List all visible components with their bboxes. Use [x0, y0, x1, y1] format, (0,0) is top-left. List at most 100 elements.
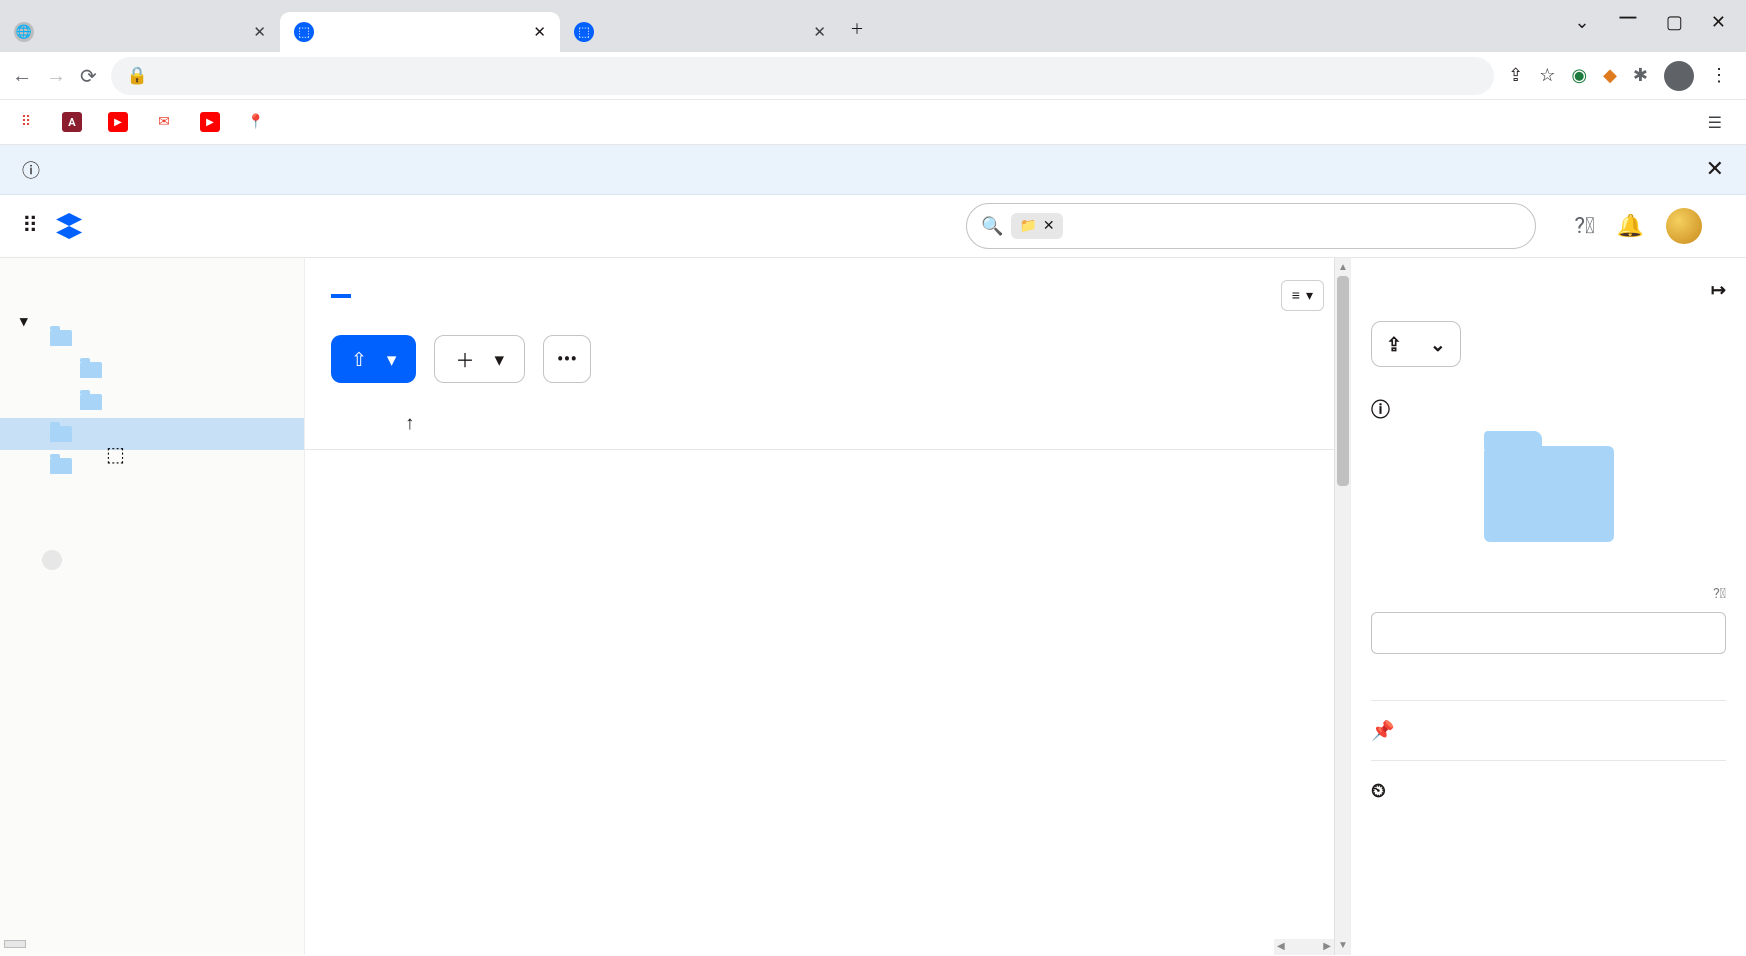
- sidebar-file-requests[interactable]: [0, 600, 304, 620]
- sidebar-photos[interactable]: [0, 536, 304, 580]
- new-badge: [42, 550, 62, 570]
- profile-avatar[interactable]: [1664, 61, 1694, 91]
- breadcrumb: ≡▾: [305, 258, 1350, 311]
- chevron-down-icon: ▾: [494, 348, 504, 371]
- bookmarks-bar: ⠿ A ▶ ✉ ▶ 📍 ☰: [0, 100, 1746, 145]
- bookmark-youtube[interactable]: ▶: [200, 112, 226, 132]
- close-icon[interactable]: ✕: [813, 23, 826, 41]
- search-input[interactable]: [1063, 215, 1530, 238]
- tree-item-dataview[interactable]: [0, 322, 304, 354]
- tree-item-dataview-input[interactable]: [0, 418, 304, 450]
- maps-icon: 📍: [246, 112, 266, 132]
- chevron-down-icon: ▾: [1306, 288, 1313, 304]
- share-button[interactable]: ⇪⌄: [1371, 321, 1461, 367]
- maximize-icon[interactable]: ▢: [1666, 12, 1683, 42]
- tag-input[interactable]: [1371, 612, 1726, 654]
- main-content: ▲▼ ≡▾ ⇧▾ ＋▾ ••• ↑ ▲ ▼: [0, 258, 1746, 955]
- close-icon[interactable]: ✕: [253, 23, 266, 41]
- col-name[interactable]: ↑: [331, 411, 851, 435]
- youtube-icon: ▶: [200, 112, 220, 132]
- close-icon[interactable]: ✕: [533, 23, 546, 41]
- tab-search-icon[interactable]: ⌄: [1574, 12, 1589, 42]
- bookmark-academica[interactable]: A: [62, 112, 88, 132]
- back-button[interactable]: ←: [12, 63, 32, 88]
- tree-item-dataview-output[interactable]: [0, 450, 304, 482]
- help-icon: ?⃝: [1713, 586, 1726, 602]
- folder-icon: [50, 458, 72, 474]
- view-toggle[interactable]: ≡▾: [1281, 280, 1324, 311]
- share-icon[interactable]: ⇪: [1508, 65, 1523, 86]
- tree-item-tasks[interactable]: [0, 354, 304, 386]
- sidebar-home[interactable]: [0, 282, 304, 302]
- sidebar-all-files[interactable]: [0, 302, 304, 322]
- browser-tab[interactable]: 🌐 ✕: [0, 12, 280, 52]
- help-icon[interactable]: ?⃝: [1574, 214, 1594, 239]
- close-icon[interactable]: ✕: [1043, 218, 1055, 234]
- activity-icon: ⏲: [1371, 779, 1386, 802]
- window-close-icon[interactable]: ✕: [1711, 12, 1726, 42]
- search-filter-chip[interactable]: 📁 ✕: [1011, 213, 1062, 239]
- sidebar-shared[interactable]: [0, 580, 304, 600]
- info-section-header[interactable]: ⓘ: [1371, 395, 1726, 422]
- plus-icon: ＋: [455, 346, 474, 373]
- info-icon: ⓘ: [22, 157, 40, 183]
- upload-button[interactable]: ⇧▾: [331, 335, 416, 383]
- sidebar-starred[interactable]: [0, 516, 304, 536]
- reading-list-button[interactable]: ☰: [1708, 113, 1730, 132]
- bookmark-maps[interactable]: 📍: [246, 112, 272, 132]
- bookmark-gmail[interactable]: ✉: [154, 112, 180, 132]
- col-modified[interactable]: [851, 411, 1061, 435]
- dropbox-logo[interactable]: [56, 213, 90, 239]
- app-launcher-icon[interactable]: ⠿: [22, 214, 38, 239]
- upgrade-banner: ⓘ ✕: [0, 145, 1746, 195]
- app-header: ⠿ 🔍 📁 ✕ ?⃝ 🔔: [0, 195, 1746, 258]
- header-icons: ?⃝ 🔔: [1574, 208, 1724, 244]
- folder-preview-icon: [1484, 446, 1614, 542]
- dropbox-glyph-icon: [56, 213, 82, 239]
- pin-icon: 📌: [1371, 719, 1395, 742]
- dropbox-icon: ⬚: [294, 22, 314, 42]
- horizontal-scrollbar[interactable]: [1274, 939, 1334, 955]
- new-tab-button[interactable]: ＋: [840, 12, 874, 46]
- forward-button[interactable]: →: [46, 63, 66, 88]
- more-actions-button[interactable]: •••: [543, 335, 591, 383]
- reload-button[interactable]: ⟳: [80, 64, 97, 88]
- extension-icon[interactable]: ◉: [1571, 65, 1587, 86]
- create-button[interactable]: ＋▾: [434, 335, 525, 383]
- tree-item-workflows[interactable]: [0, 386, 304, 418]
- collapse-panel-icon[interactable]: ↦: [1711, 280, 1726, 301]
- minimize-icon[interactable]: —: [1618, 4, 1638, 34]
- window-controls: ⌄ — ▢ ✕: [1574, 12, 1746, 52]
- search-bar[interactable]: 🔍 📁 ✕: [966, 203, 1536, 249]
- address-bar[interactable]: 🔒: [111, 57, 1494, 95]
- bell-icon[interactable]: 🔔: [1617, 214, 1644, 239]
- extension-icon[interactable]: ◆: [1603, 65, 1617, 86]
- folder-icon: [80, 362, 102, 378]
- sidebar-deleted[interactable]: [0, 620, 304, 640]
- scroll-thumb[interactable]: [1337, 276, 1349, 486]
- col-access[interactable]: [1061, 411, 1324, 435]
- browser-tab[interactable]: ⬚ ✕: [560, 12, 840, 52]
- apps-icon: ⠿: [16, 112, 36, 132]
- chevron-down-icon: ⌄: [1430, 333, 1446, 356]
- bookmark-star-icon[interactable]: ☆: [1539, 65, 1555, 86]
- kebab-menu-icon[interactable]: ⋮: [1710, 65, 1728, 86]
- crumb-root[interactable]: [331, 294, 339, 298]
- actions-bar: ⇧▾ ＋▾ •••: [305, 311, 1350, 401]
- crumb-current[interactable]: [343, 294, 351, 298]
- search-icon[interactable]: 🔍: [973, 207, 1011, 245]
- file-list-panel: ≡▾ ⇧▾ ＋▾ ••• ↑ ▲ ▼: [305, 258, 1351, 955]
- tags-visibility-link[interactable]: ?⃝: [1709, 586, 1726, 602]
- bookmark-apps[interactable]: ⠿: [16, 112, 42, 132]
- pinned-items-section[interactable]: 📌: [1371, 700, 1726, 742]
- vertical-scrollbar[interactable]: ▲ ▼: [1334, 258, 1350, 955]
- sidebar-recents[interactable]: [0, 496, 304, 516]
- account-avatar[interactable]: [1666, 208, 1702, 244]
- browser-tab-active[interactable]: ⬚ ✕: [280, 12, 560, 52]
- sidebar: ▲▼: [0, 258, 305, 955]
- bookmark-youtube[interactable]: ▶: [108, 112, 134, 132]
- info-icon: ⓘ: [1371, 395, 1390, 422]
- activity-section[interactable]: ⏲: [1371, 760, 1726, 802]
- close-icon[interactable]: ✕: [1706, 157, 1724, 182]
- extensions-icon[interactable]: ✱: [1633, 65, 1648, 86]
